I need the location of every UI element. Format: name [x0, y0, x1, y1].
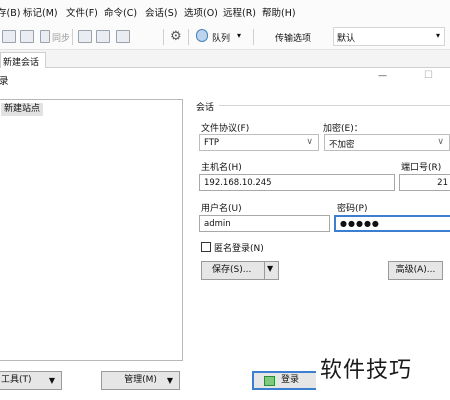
chevron-down-icon: ▼ [48, 376, 55, 385]
toolbar-separator [163, 29, 164, 45]
sync-browse-icon[interactable] [96, 30, 110, 43]
chevron-down-icon: ∨ [306, 137, 313, 147]
sync-label[interactable]: 同步 [52, 31, 70, 44]
save-dropdown-arrow[interactable]: ▼ [267, 264, 273, 273]
maximize-button[interactable]: ☐ [424, 70, 433, 81]
toolbar: 同步 ⚙ 队列 ▾ 传输选项 默认 ▾ [0, 24, 450, 50]
menu-item-file[interactable]: 文件(F) [66, 5, 98, 19]
port-input[interactable]: 21 [399, 174, 450, 191]
login-button-label: 登录 [281, 375, 300, 385]
menu-item-help[interactable]: 帮助(H) [262, 5, 296, 19]
advanced-button[interactable]: 高级(A)... [388, 261, 443, 280]
menu-item-bookmarks[interactable]: 存(B) [0, 5, 20, 19]
protocol-select[interactable]: FTP ∨ [199, 134, 319, 151]
tree-item-new-site[interactable]: 新建站点 [1, 103, 44, 116]
menu-item-mark[interactable]: 标记(M) [23, 5, 58, 19]
tab-label: 新建会话 [3, 58, 40, 68]
session-tab-strip: 新建会话 [0, 50, 450, 68]
menu-item-command[interactable]: 命令(C) [104, 5, 137, 19]
encryption-select[interactable]: 不加密 ∨ [324, 134, 450, 151]
username-label: 用户名(U) [201, 204, 242, 214]
queue-label[interactable]: 队列 [212, 31, 230, 44]
menu-item-session[interactable]: 会话(S) [145, 5, 177, 19]
queue-dropdown-arrow[interactable]: ▾ [237, 31, 241, 40]
chevron-down-icon: ▾ [435, 31, 440, 40]
username-value: admin [204, 219, 231, 229]
protocol-label: 文件协议(F) [201, 124, 250, 134]
username-input[interactable]: admin [199, 215, 330, 232]
host-label: 主机名(H) [201, 163, 242, 173]
chevron-down-icon: ▼ [166, 376, 173, 385]
session-group-label: 会话 [196, 103, 215, 113]
chevron-down-icon: ∨ [437, 137, 444, 147]
host-value: 192.168.10.245 [204, 178, 272, 188]
advanced-button-label: 高级(A)... [395, 265, 436, 275]
tab-new-session[interactable]: 新建会话 [0, 52, 47, 68]
compare-icon[interactable] [78, 30, 92, 43]
dialog-title: 录 [0, 76, 9, 87]
host-input[interactable]: 192.168.10.245 [199, 174, 395, 191]
password-label: 密码(P) [337, 204, 368, 214]
transfer-options-label: 传输选项 [275, 34, 312, 44]
anonymous-login-checkbox[interactable] [201, 242, 211, 252]
toolbar-separator [188, 29, 189, 45]
toolbar-separator [72, 29, 73, 45]
split-divider [264, 262, 265, 279]
watermark: 软件技巧 [316, 330, 450, 400]
password-input[interactable]: ●●●●● [334, 215, 450, 232]
tree-item-label: 新建站点 [4, 104, 41, 114]
site-tree[interactable]: 新建站点 [0, 99, 183, 361]
sync-icon[interactable] [40, 30, 50, 43]
anonymous-login-label[interactable]: 匿名登录(N) [214, 241, 264, 254]
protocol-value: FTP [204, 138, 220, 148]
login-button[interactable]: 登录 [252, 371, 319, 390]
login-icon [264, 376, 275, 386]
port-value: 21 [437, 178, 448, 188]
find-files-icon[interactable] [116, 30, 130, 43]
password-value: ●●●●● [340, 219, 380, 228]
transfer-options-select[interactable]: 默认 ▾ [333, 27, 445, 46]
upload-icon[interactable] [2, 30, 16, 43]
menu-item-options[interactable]: 选项(O) [184, 5, 218, 19]
minimize-button[interactable]: — [378, 71, 387, 81]
port-label: 端口号(R) [401, 163, 442, 173]
tools-button-label: 工具(T) [1, 375, 32, 385]
group-divider [219, 105, 450, 106]
manage-button-label: 管理(M) [124, 375, 157, 385]
download-icon[interactable] [20, 30, 34, 43]
menu-bar: 存(B) 标记(M) 文件(F) 命令(C) 会话(S) 选项(O) 远程(R)… [0, 0, 450, 24]
toolbar-separator [253, 29, 254, 45]
manage-button[interactable]: 管理(M) ▼ [101, 371, 180, 390]
encryption-value: 不加密 [329, 140, 355, 150]
queue-icon[interactable] [196, 29, 208, 42]
gear-icon[interactable]: ⚙ [170, 29, 182, 44]
menu-item-remote[interactable]: 远程(R) [223, 5, 256, 19]
encryption-label: 加密(E)： [323, 124, 363, 134]
save-button-label: 保存(S)... [212, 265, 252, 275]
watermark-text: 软件技巧 [320, 358, 413, 383]
tools-button[interactable]: 工具(T) ▼ [0, 371, 62, 390]
login-dialog-titlebar: 录 — ☐ [0, 69, 450, 89]
transfer-options-value: 默认 [337, 34, 356, 44]
